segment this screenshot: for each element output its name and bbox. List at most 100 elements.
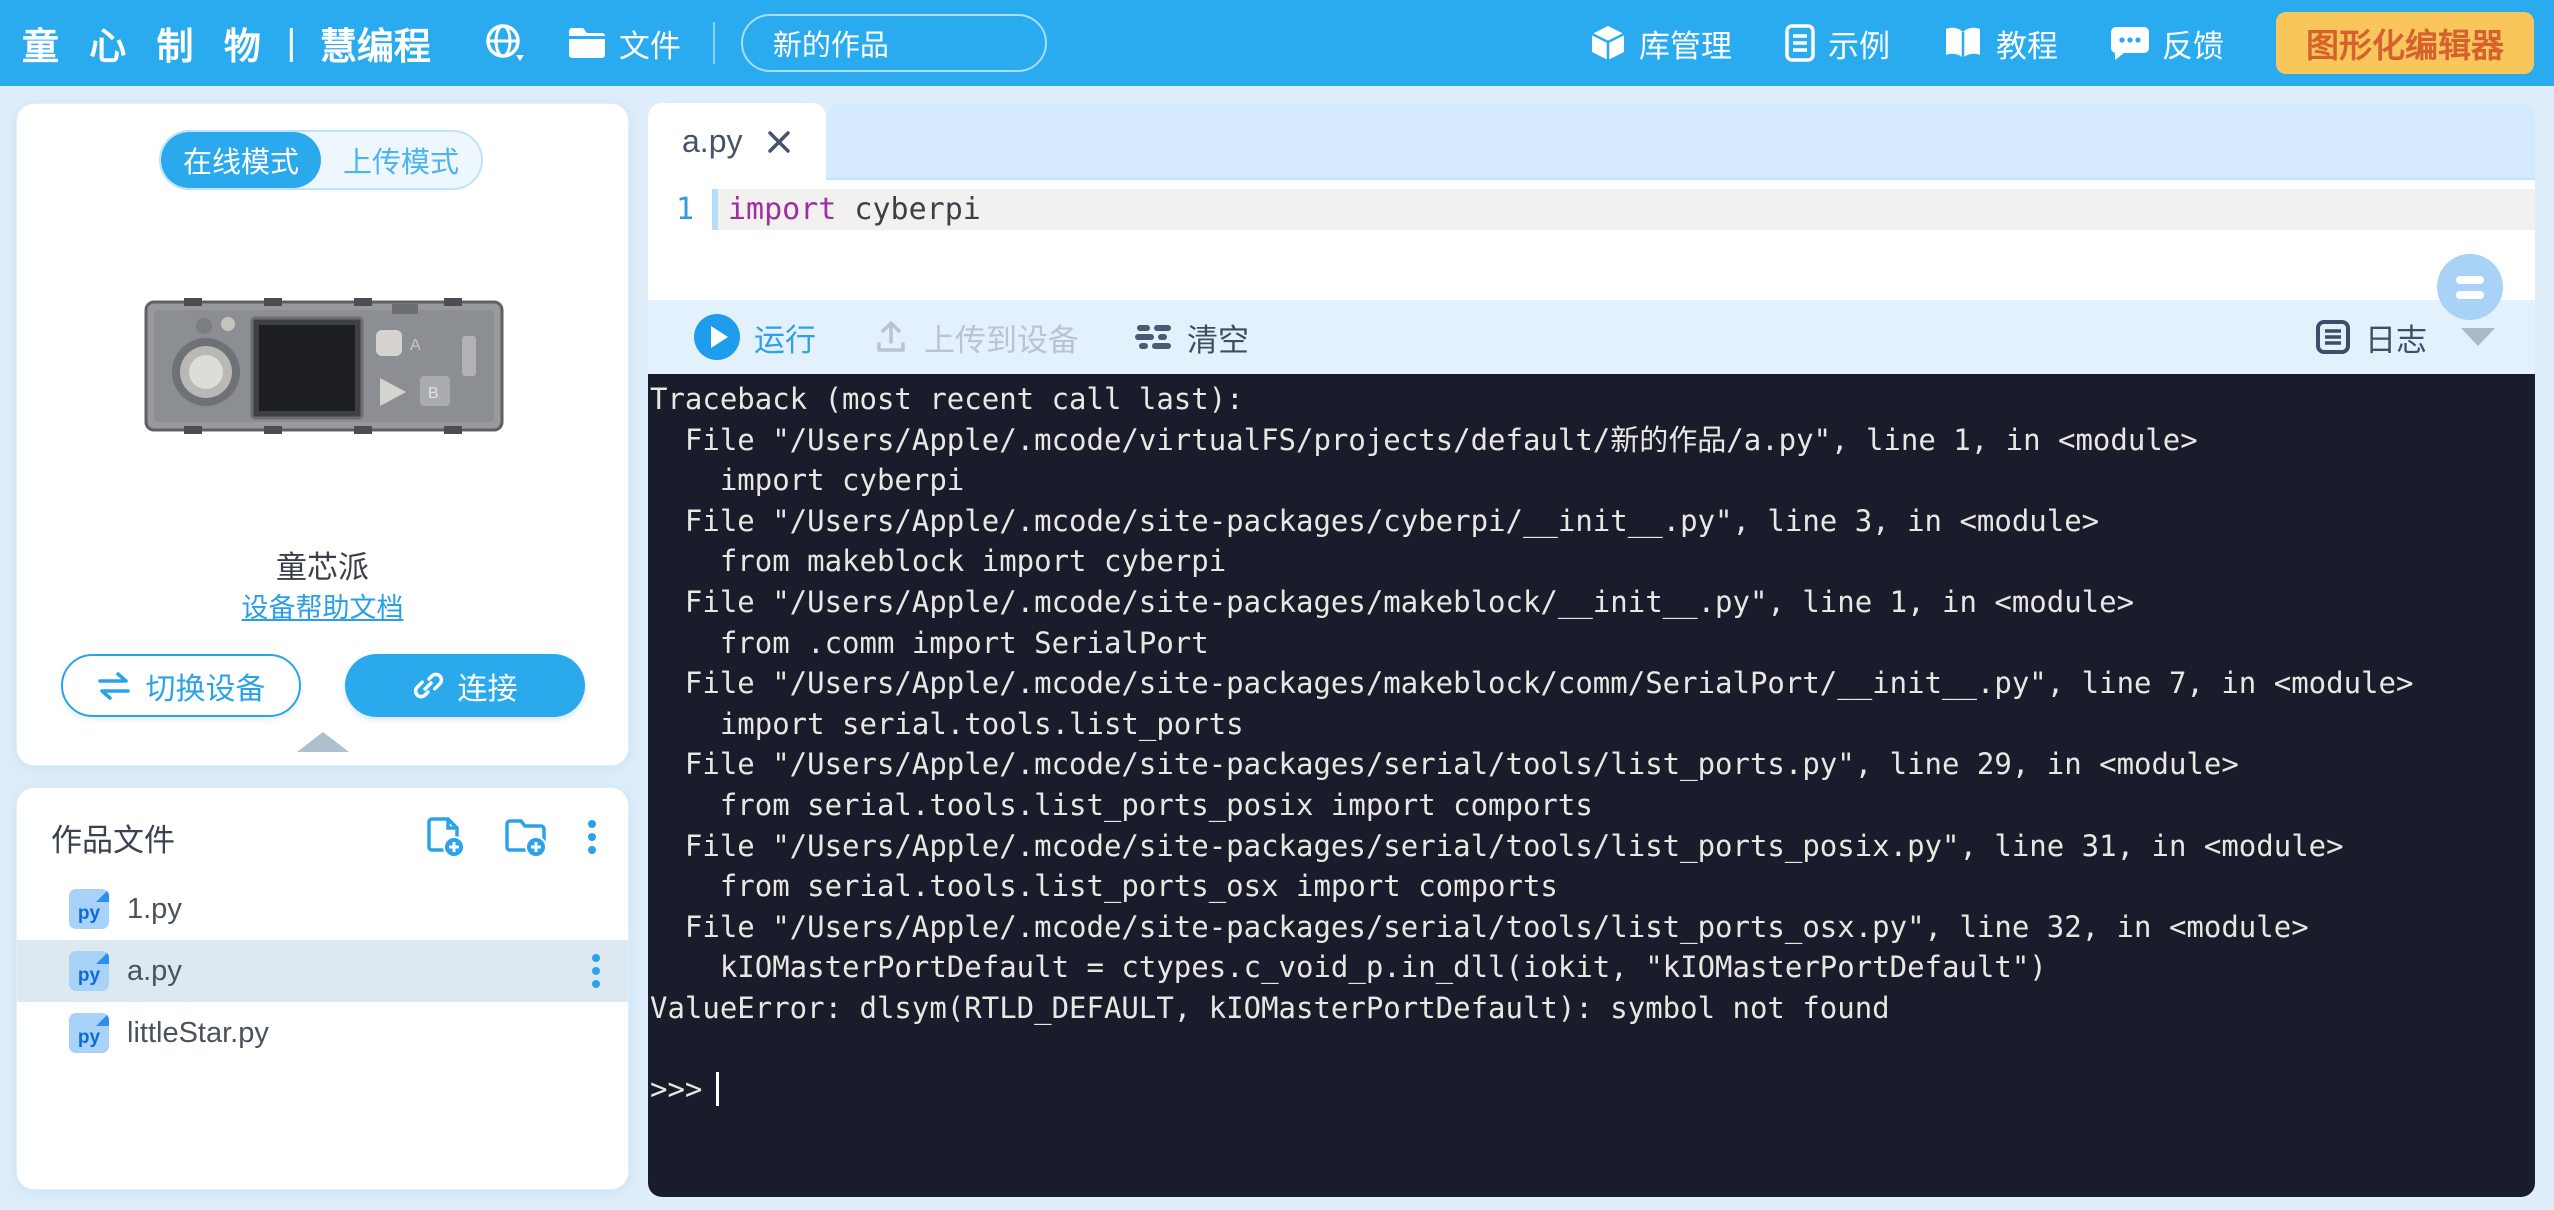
app-logo: 童 心 制 物 丨 慧编程: [22, 16, 431, 70]
new-file-button[interactable]: [424, 814, 468, 860]
upload-label: 上传到设备: [924, 315, 1079, 360]
play-icon: [694, 314, 740, 360]
nav-tutorials[interactable]: 教程: [1942, 21, 2058, 66]
text-cursor: [716, 1072, 719, 1106]
console-line: File "/Users/Apple/.mcode/virtualFS/proj…: [650, 420, 2535, 461]
editor-toolbar: 运行 上传到设备: [648, 300, 2535, 374]
editor-shortcut-float-button[interactable]: [2437, 254, 2503, 320]
switch-device-button[interactable]: 切换设备: [61, 654, 301, 717]
project-name-value: 新的作品: [773, 22, 889, 64]
tab-name: a.py: [682, 123, 742, 160]
console-line: File "/Users/Apple/.mcode/site-packages/…: [650, 744, 2535, 785]
clear-label: 清空: [1187, 315, 1249, 360]
topbar: 童 心 制 物 丨 慧编程 文件 新的作品: [0, 0, 2554, 86]
console-line: from serial.tools.list_ports_posix impor…: [650, 785, 2535, 826]
file-row-kebab-icon[interactable]: [590, 950, 602, 992]
console-line: from makeblock import cyberpi: [650, 541, 2535, 582]
console-line: from serial.tools.list_ports_osx import …: [650, 866, 2535, 907]
svg-text:B: B: [428, 385, 439, 402]
language-button[interactable]: [483, 21, 527, 65]
collapse-panel-arrow-icon[interactable]: [297, 732, 349, 752]
connect-label: 连接: [458, 664, 518, 708]
nav-library[interactable]: 库管理: [1589, 21, 1732, 66]
console-lines: Traceback (most recent call last): File …: [650, 379, 2535, 1069]
file-row[interactable]: py a.py: [17, 940, 628, 1002]
clear-icon: [1135, 323, 1173, 351]
graphical-editor-button[interactable]: 图形化编辑器: [2276, 12, 2534, 74]
cube-icon: [1589, 23, 1627, 63]
console-line: File "/Users/Apple/.mcode/site-packages/…: [650, 501, 2535, 542]
tabstrip-background: [826, 103, 2535, 180]
file-row[interactable]: py littleStar.py: [17, 1002, 628, 1064]
log-toggle[interactable]: 日志: [2315, 315, 2427, 360]
nav-feedback[interactable]: 反馈: [2110, 21, 2224, 66]
book-icon: [1942, 25, 1984, 61]
tab-a-py[interactable]: a.py: [648, 103, 826, 180]
console-line: File "/Users/Apple/.mcode/site-packages/…: [650, 663, 2535, 704]
file-name: 1.py: [127, 893, 602, 926]
console-line: kIOMasterPortDefault = ctypes.c_void_p.i…: [650, 947, 2535, 988]
new-folder-button[interactable]: [502, 814, 552, 860]
console-prompt-row[interactable]: >>>: [650, 1069, 2535, 1110]
connect-button[interactable]: 连接: [345, 654, 585, 717]
console-line: from .comm import SerialPort: [650, 623, 2535, 664]
active-code-line[interactable]: import cyberpi: [712, 189, 2535, 230]
console-prompt: >>>: [650, 1069, 702, 1110]
upload-to-device-button[interactable]: 上传到设备: [872, 315, 1079, 360]
folder-icon: [567, 26, 607, 60]
console-line: File "/Users/Apple/.mcode/site-packages/…: [650, 582, 2535, 623]
globe-icon: [483, 21, 527, 65]
device-image: A B: [144, 296, 504, 436]
editor-tabstrip: a.py: [648, 103, 2535, 180]
tab-close-icon[interactable]: [766, 129, 792, 155]
topbar-divider: [713, 22, 715, 64]
console-output[interactable]: Traceback (most recent call last): File …: [648, 374, 2535, 1197]
line-number: 1: [648, 192, 712, 227]
clear-console-button[interactable]: 清空: [1135, 315, 1249, 360]
device-panel: 在线模式 上传模式 A B: [16, 103, 629, 766]
code-editor[interactable]: 1 import cyberpi: [648, 180, 2535, 300]
run-button[interactable]: 运行: [694, 314, 816, 360]
console-line: import serial.tools.list_ports: [650, 704, 2535, 745]
file-name: littleStar.py: [127, 1017, 602, 1050]
console-line: [650, 1029, 2535, 1070]
log-icon: [2315, 319, 2351, 355]
link-icon: [412, 670, 444, 702]
swap-arrows-icon: [96, 672, 132, 700]
menu-bar-icon: [2456, 276, 2484, 284]
nav-library-label: 库管理: [1639, 21, 1732, 66]
nav-examples[interactable]: 示例: [1784, 21, 1890, 66]
python-file-icon: py: [69, 951, 109, 991]
svg-text:A: A: [410, 337, 421, 354]
files-panel-title: 作品文件: [51, 815, 390, 860]
switch-device-label: 切换设备: [146, 664, 266, 708]
device-help-link[interactable]: 设备帮助文档: [17, 586, 628, 625]
console-line: ValueError: dlsym(RTLD_DEFAULT, kIOMaste…: [650, 988, 2535, 1029]
upload-icon: [872, 318, 910, 356]
file-menu[interactable]: 文件: [567, 21, 681, 66]
nav-tutorials-label: 教程: [1996, 21, 2058, 66]
code-keyword: import: [728, 192, 836, 227]
file-name: a.py: [127, 955, 590, 988]
file-row[interactable]: py 1.py: [17, 878, 628, 940]
console-line: Traceback (most recent call last):: [650, 379, 2535, 420]
chat-bubble-icon: [2110, 25, 2150, 61]
editor-panel: a.py 1 import cyberpi 运行: [648, 103, 2535, 1197]
run-label: 运行: [754, 315, 816, 360]
nav-examples-label: 示例: [1828, 21, 1890, 66]
tab-online-mode[interactable]: 在线模式: [161, 132, 321, 188]
files-menu-kebab-icon[interactable]: [586, 814, 598, 860]
tab-upload-mode[interactable]: 上传模式: [321, 132, 481, 188]
device-name: 童芯派: [17, 542, 628, 587]
console-line: import cyberpi: [650, 460, 2535, 501]
collapse-console-icon[interactable]: [2461, 328, 2495, 346]
python-file-icon: py: [69, 1013, 109, 1053]
nav-feedback-label: 反馈: [2162, 21, 2224, 66]
project-name-input[interactable]: 新的作品: [741, 14, 1047, 72]
console-line: File "/Users/Apple/.mcode/site-packages/…: [650, 826, 2535, 867]
mode-toggle: 在线模式 上传模式: [159, 130, 483, 190]
logo-product: 慧编程: [320, 16, 431, 70]
python-file-icon: py: [69, 889, 109, 929]
file-menu-label: 文件: [619, 21, 681, 66]
logo-separator: 丨: [273, 16, 310, 70]
